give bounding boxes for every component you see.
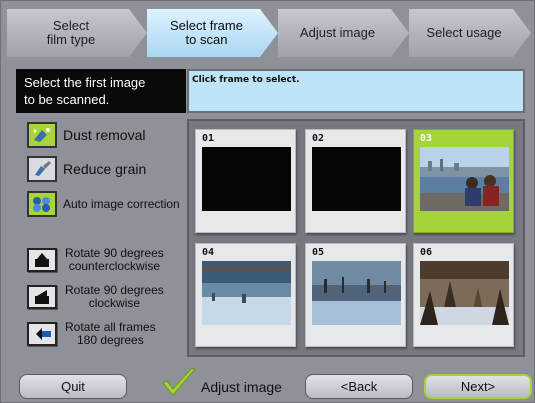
step-label: Select frame to scan bbox=[170, 18, 243, 47]
step-label: Select usage bbox=[426, 25, 502, 40]
quit-button[interactable]: Quit bbox=[19, 374, 127, 399]
frame-number: 01 bbox=[202, 133, 215, 144]
reduce-grain-label: Reduce grain bbox=[63, 161, 147, 177]
rotate-all-label: Rotate all frames 180 degrees bbox=[65, 320, 156, 347]
frame-number: 05 bbox=[312, 247, 325, 258]
frame-thumbnail bbox=[420, 261, 509, 325]
frame-03[interactable]: 03 bbox=[413, 129, 514, 233]
frame-thumbnail bbox=[420, 147, 509, 211]
rotate-cw-option[interactable]: Rotate 90 degrees clockwise bbox=[27, 284, 164, 310]
step-label: Adjust image bbox=[299, 25, 376, 40]
rotate-180-icon[interactable] bbox=[27, 322, 57, 346]
auto-correction-option[interactable]: Auto image correction bbox=[27, 191, 180, 217]
frame-04[interactable]: 04 bbox=[195, 243, 296, 347]
frame-thumbnail bbox=[202, 261, 291, 325]
frame-01[interactable]: 01 bbox=[195, 129, 296, 233]
next-button[interactable]: Next> bbox=[424, 374, 532, 399]
step-adjust-image[interactable]: Adjust image bbox=[278, 9, 409, 57]
frame-06[interactable]: 06 bbox=[413, 243, 514, 347]
auto-correction-icon bbox=[27, 191, 57, 217]
reduce-grain-icon bbox=[27, 156, 57, 182]
rotate-ccw-option[interactable]: Rotate 90 degrees counterclockwise bbox=[27, 247, 164, 273]
rotate-cw-icon[interactable] bbox=[27, 285, 57, 309]
auto-correction-label: Auto image correction bbox=[63, 197, 180, 211]
back-button[interactable]: <Back bbox=[305, 374, 413, 399]
dust-removal-option[interactable]: Dust removal bbox=[27, 122, 145, 148]
adjust-image-checkbox[interactable]: Adjust image bbox=[161, 363, 291, 401]
frame-number: 03 bbox=[420, 133, 433, 144]
frame-number: 02 bbox=[312, 133, 325, 144]
scan-wizard-window: Select film type Select frame to scan Ad… bbox=[0, 0, 535, 403]
step-select-frame[interactable]: Select frame to scan bbox=[147, 9, 278, 57]
frame-02[interactable]: 02 bbox=[305, 129, 406, 233]
frame-number: 04 bbox=[202, 247, 215, 258]
dust-removal-label: Dust removal bbox=[63, 127, 146, 143]
rotate-cw-label: Rotate 90 degrees clockwise bbox=[65, 283, 164, 310]
frame-thumbnail bbox=[312, 147, 401, 211]
reduce-grain-option[interactable]: Reduce grain bbox=[27, 156, 146, 182]
step-label: Select film type bbox=[46, 18, 96, 47]
step-select-usage[interactable]: Select usage bbox=[409, 9, 531, 57]
rotate-ccw-label: Rotate 90 degrees counterclockwise bbox=[65, 246, 164, 273]
frame-thumbnail bbox=[312, 261, 401, 325]
frame-thumbnail bbox=[202, 147, 291, 211]
instruction-text: Select the first image to be scanned. bbox=[16, 69, 186, 113]
frame-number: 06 bbox=[420, 247, 433, 258]
checkmark-icon bbox=[162, 368, 197, 396]
frame-05[interactable]: 05 bbox=[305, 243, 406, 347]
frame-grid: 01 02 03 04 05 06 bbox=[187, 119, 525, 357]
rotate-ccw-icon[interactable] bbox=[27, 248, 57, 272]
step-select-film-type[interactable]: Select film type bbox=[7, 9, 147, 57]
adjust-image-label: Adjust image bbox=[201, 379, 282, 395]
wizard-steps: Select film type Select frame to scan Ad… bbox=[7, 9, 531, 57]
dust-removal-icon bbox=[27, 122, 57, 148]
rotate-all-option[interactable]: Rotate all frames 180 degrees bbox=[27, 321, 156, 347]
hint-box: Click frame to select. bbox=[187, 69, 525, 113]
